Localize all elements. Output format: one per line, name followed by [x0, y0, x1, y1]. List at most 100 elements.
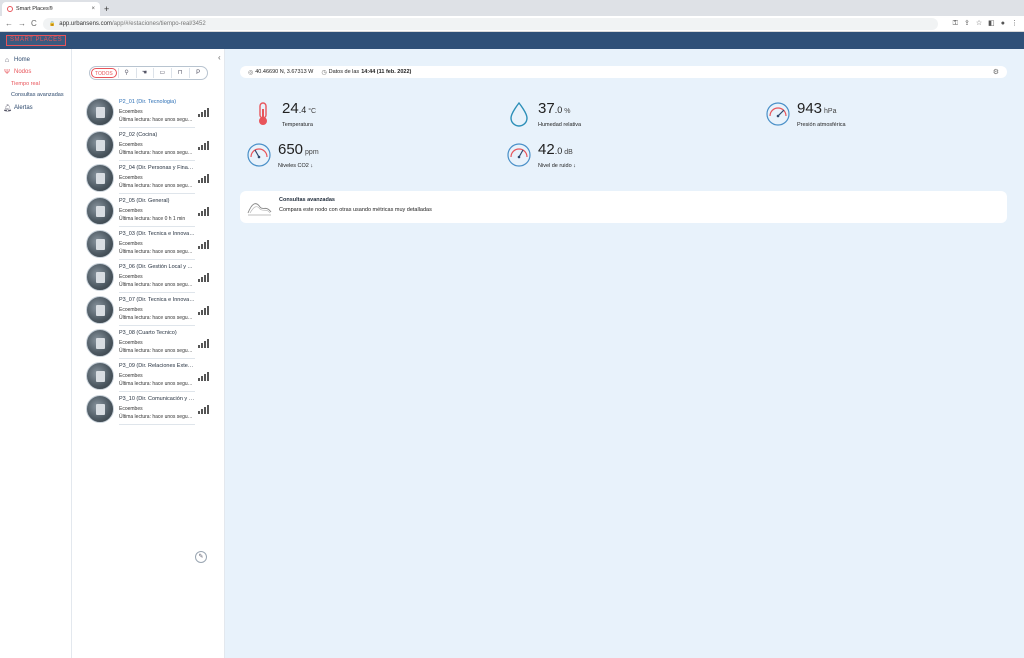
- station-divider: [119, 391, 195, 392]
- station-item[interactable]: P3_08 (Cuarto Tecnico) Ecoembes Última lec…: [86, 328, 211, 361]
- star-icon[interactable]: ☆: [976, 18, 982, 30]
- station-item[interactable]: P2_05 (Dir. General) Ecoembes Última lectu…: [86, 196, 211, 229]
- filter-todos-button[interactable]: TODOS: [91, 68, 117, 78]
- hum-decimal: .0: [554, 105, 563, 115]
- signal-icon: [198, 140, 209, 150]
- clock-icon: ◷: [321, 69, 327, 76]
- station-name: P3_06 (Dir. Gestión Local y Autonómica): [119, 264, 195, 270]
- station-text: P3_09 (Dir. Relaciones Externas) Ecoembes…: [119, 362, 195, 388]
- station-org: Ecoembes: [119, 208, 143, 214]
- tab-close-icon[interactable]: ×: [91, 6, 95, 12]
- favicon-icon: [7, 6, 13, 12]
- main-nav: ⌂ Home Ψ Nodos Tiempo real Consultas ava…: [0, 49, 72, 658]
- browser-tabstrip: Smart Places® × +: [0, 0, 1024, 16]
- station-item[interactable]: P2_01 (Dir. Tecnologia) Ecoembes Última le…: [86, 97, 211, 130]
- temp-label: Temperatura: [282, 122, 313, 128]
- station-org: Ecoembes: [119, 241, 143, 247]
- date-value: 14:44 (11 feb. 2022): [361, 69, 412, 75]
- settings-icon[interactable]: ⚙: [993, 68, 999, 76]
- station-text: P2_02 (Cocina) Ecoembes Última lectura: ha…: [119, 131, 195, 157]
- share-icon[interactable]: ⇪: [964, 18, 970, 30]
- back-icon[interactable]: ←: [5, 18, 13, 30]
- station-last-reading: Última lectura: hace unos segundos: [119, 315, 195, 321]
- key-icon[interactable]: ⚿: [953, 18, 958, 30]
- collapse-panel-icon[interactable]: ‹: [218, 53, 221, 62]
- coords-text: 40.46690 N, 3.67313 W: [255, 69, 314, 75]
- station-last-reading: Última lectura: hace unos segundos: [119, 282, 195, 288]
- forward-icon[interactable]: →: [18, 18, 26, 30]
- chart-curve-icon: [247, 203, 272, 216]
- station-org: Ecoembes: [119, 340, 143, 346]
- nav-sub-tiempo-real[interactable]: Tiempo real: [0, 78, 71, 89]
- station-name: P3_07 (Dir. Tecnica e Innovación): [119, 297, 195, 303]
- noise-decimal: .0: [554, 146, 563, 156]
- station-avatar: [86, 131, 114, 159]
- station-avatar: [86, 263, 114, 291]
- consultas-title: Consultas avanzadas: [279, 197, 335, 203]
- lock-icon: 🔒: [49, 21, 56, 27]
- filter-gesture-icon[interactable]: ☚: [135, 68, 153, 78]
- station-org: Ecoembes: [119, 406, 143, 412]
- menu-icon[interactable]: ⋮: [1011, 18, 1018, 30]
- temp-decimal: .4: [298, 105, 307, 115]
- url-host: app.urbansens.com: [59, 21, 112, 27]
- station-last-reading: Última lectura: hace unos segundos: [119, 249, 195, 255]
- station-last-reading: Última lectura: hace unos segundos: [119, 150, 195, 156]
- consultas-avanzadas-card[interactable]: Consultas avanzadas Compara este nodo co…: [240, 191, 1007, 223]
- station-text: P3_06 (Dir. Gestión Local y Autonómica) E…: [119, 263, 195, 289]
- reload-icon[interactable]: C: [31, 18, 37, 30]
- co2-label[interactable]: Niveles CO2 ↓: [278, 163, 319, 169]
- station-text: P2_04 (Dir. Personas y Finanzas) Ecoembes…: [119, 164, 195, 190]
- co2-value: 650: [278, 141, 304, 158]
- station-item[interactable]: P2_02 (Cocina) Ecoembes Última lectura: ha…: [86, 130, 211, 163]
- home-icon: ⌂: [4, 56, 10, 64]
- station-item[interactable]: P3_06 (Dir. Gestión Local y Autonómica) E…: [86, 262, 211, 295]
- temp-unit: °C: [308, 108, 317, 115]
- station-org: Ecoembes: [119, 307, 143, 313]
- station-avatar: [86, 230, 114, 258]
- profile-icon[interactable]: ●: [1001, 18, 1005, 30]
- station-divider: [119, 160, 195, 161]
- nav-nodos-label: Nodos: [14, 69, 32, 75]
- temp-value: 24: [282, 100, 299, 117]
- date-group: ◷ Datos de las 14:44 (11 feb. 2022): [321, 69, 411, 76]
- station-last-reading: Última lectura: hace unos segundos: [119, 183, 195, 189]
- station-avatar: [86, 329, 114, 357]
- new-tab-button[interactable]: +: [104, 3, 109, 15]
- signal-icon: [198, 272, 209, 282]
- pres-value: 943: [797, 100, 823, 117]
- sidepanel-icon[interactable]: ◧: [988, 18, 995, 30]
- nav-item-nodos[interactable]: Ψ Nodos: [0, 66, 71, 78]
- station-name: P2_01 (Dir. Tecnologia): [119, 99, 177, 105]
- browser-tab[interactable]: Smart Places® ×: [2, 2, 100, 16]
- station-item[interactable]: P2_04 (Dir. Personas y Finanzas) Ecoembes…: [86, 163, 211, 196]
- station-divider: [119, 325, 195, 326]
- sensor-filter: TODOS ⚲ ☚ ▭ ⊓ P: [89, 66, 208, 80]
- smart-places-logo[interactable]: SMART PLACES: [6, 35, 67, 46]
- bell-icon: 🔔︎: [3, 105, 12, 112]
- edit-button[interactable]: ✎: [195, 551, 207, 563]
- station-divider: [119, 292, 195, 293]
- station-name: P3_10 (Dir. Comunicación y Marketing): [119, 396, 195, 402]
- station-last-reading: Última lectura: hace unos segundos: [119, 117, 195, 123]
- filter-camera-icon[interactable]: ▭: [153, 68, 170, 78]
- nav-sub-consultas[interactable]: Consultas avanzadas: [0, 89, 71, 100]
- filter-bike-icon[interactable]: ⚲: [117, 68, 135, 78]
- nav-item-home[interactable]: ⌂ Home: [0, 54, 71, 66]
- consultas-description: Compara este nodo con otras usando métri…: [279, 207, 432, 213]
- address-bar[interactable]: 🔒 app.urbansens.com/app/#/estaciones/tie…: [43, 18, 938, 30]
- nav-item-alertas[interactable]: 🔔︎ Alertas: [0, 102, 71, 114]
- filter-parking-icon[interactable]: P: [189, 68, 206, 78]
- station-item[interactable]: P3_07 (Dir. Tecnica e Innovación) Ecoembe…: [86, 295, 211, 328]
- metric-noise: 42.0 dB Nivel de ruido ↓: [506, 142, 576, 169]
- signal-icon: [198, 371, 209, 381]
- station-item[interactable]: P3_03 (Dir. Tecnica e Innovación) Ecoembe…: [86, 229, 211, 262]
- antenna-icon: Ψ: [4, 68, 10, 76]
- filter-bin-icon[interactable]: ⊓: [171, 68, 188, 78]
- noise-label[interactable]: Nivel de ruido ↓: [538, 163, 576, 169]
- station-item[interactable]: P3_10 (Dir. Comunicación y Marketing) Eco…: [86, 394, 211, 427]
- station-name: P3_08 (Cuarto Tecnico): [119, 330, 177, 336]
- signal-icon: [198, 206, 209, 216]
- station-org: Ecoembes: [119, 109, 143, 115]
- station-item[interactable]: P3_09 (Dir. Relaciones Externas) Ecoembes…: [86, 361, 211, 394]
